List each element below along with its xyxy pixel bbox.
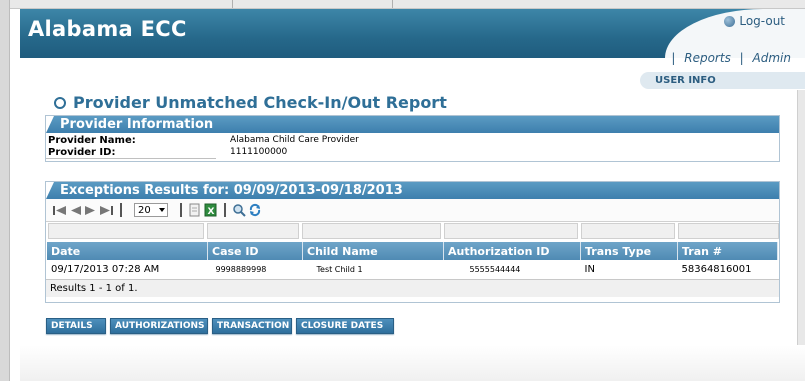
grid-toolbar: 20 X (46, 199, 779, 222)
page-size-value: 20 (138, 205, 151, 216)
table-header-row: Date Case ID Child Name Authorization ID… (47, 242, 778, 260)
page-title-text: Provider Unmatched Check-In/Out Report (73, 93, 447, 112)
date-filter[interactable] (48, 223, 205, 239)
page-size-select[interactable]: 20 (134, 203, 168, 217)
action-buttons: DETAILS AUTHORIZATIONS TRANSACTION CLOSU… (46, 318, 394, 334)
authorizations-button[interactable]: AUTHORIZATIONS (110, 318, 208, 334)
exceptions-heading: Exceptions Results for: 09/09/2013-09/18… (46, 182, 779, 199)
exceptions-table: Date Case ID Child Name Authorization ID… (47, 242, 778, 279)
link-separator: | (739, 51, 744, 65)
first-page-icon[interactable] (52, 204, 67, 217)
page-footer-area (20, 345, 805, 381)
frame-tick (392, 0, 393, 8)
provider-info-heading: Provider Information (46, 116, 779, 133)
transaction-button[interactable]: TRANSACTION (212, 318, 292, 334)
user-info-tab[interactable]: USER INFO (640, 72, 805, 89)
top-links: | Reports | Admin (666, 51, 791, 65)
excel-export-icon[interactable]: X (203, 203, 218, 217)
admin-link[interactable]: Admin (753, 51, 791, 65)
frame-tick (232, 0, 233, 8)
window-left-frame (0, 0, 10, 381)
circle-bullet-icon (54, 96, 66, 109)
column-header-tran-no[interactable]: Tran # (677, 242, 778, 260)
toolbar-divider (120, 203, 122, 217)
column-header-date[interactable]: Date (47, 242, 208, 260)
chevron-down-icon (159, 208, 165, 212)
logout-link[interactable]: Log-out (724, 14, 785, 28)
svg-text:X: X (208, 207, 215, 217)
previous-page-icon[interactable] (69, 204, 82, 217)
provider-name-row: Provider Name: Alabama Child Care Provid… (46, 135, 779, 147)
column-header-case-id[interactable]: Case ID (207, 242, 303, 260)
document-icon[interactable] (188, 203, 201, 217)
window-right-frame (797, 90, 805, 381)
results-count: Results 1 - 1 of 1. (46, 279, 779, 297)
closure-dates-button[interactable]: CLOSURE DATES (296, 318, 394, 334)
provider-id-value: 1111100000 (230, 147, 288, 157)
table-row[interactable]: 09/17/2013 07:28 AM 9998889998 Test Chil… (47, 260, 778, 279)
app-title: Alabama ECC (28, 17, 187, 41)
column-header-trans-type[interactable]: Trans Type (580, 242, 678, 260)
search-icon[interactable] (232, 203, 246, 217)
column-header-child-name[interactable]: Child Name (302, 242, 444, 260)
provider-name-value: Alabama Child Care Provider (230, 135, 359, 145)
filter-row (46, 222, 779, 242)
next-page-icon[interactable] (84, 204, 97, 217)
child-name-filter[interactable] (301, 223, 441, 239)
column-header-authorization-id[interactable]: Authorization ID (443, 242, 581, 260)
case-id-filter[interactable] (207, 223, 299, 239)
last-page-icon[interactable] (99, 204, 114, 217)
cell-authorization-id: 5555544444 (469, 265, 521, 274)
trans-type-filter[interactable] (581, 223, 675, 239)
cell-case-id: 9998889998 (215, 265, 267, 274)
reports-link[interactable]: Reports (684, 51, 731, 65)
provider-id-row: Provider ID: 1111100000 (46, 147, 779, 159)
toolbar-divider (180, 203, 182, 217)
toolbar-divider (224, 203, 226, 217)
globe-icon (724, 15, 736, 27)
provider-info-panel: Provider Information Provider Name: Alab… (45, 115, 780, 162)
cell-tran-no: 58364816001 (681, 264, 752, 275)
authorization-id-filter[interactable] (443, 223, 579, 239)
provider-name-label: Provider Name: (48, 135, 136, 146)
tran-no-filter[interactable] (677, 223, 779, 239)
refresh-icon[interactable] (248, 203, 262, 217)
provider-id-label: Provider ID: (48, 147, 116, 158)
details-button[interactable]: DETAILS (46, 318, 106, 334)
logout-label: Log-out (739, 14, 785, 28)
provider-divider (46, 158, 216, 159)
cell-trans-type: IN (584, 264, 595, 275)
link-separator: | (671, 51, 676, 65)
exceptions-panel: Exceptions Results for: 09/09/2013-09/18… (45, 181, 780, 303)
page-title: Provider Unmatched Check-In/Out Report (54, 93, 447, 112)
cell-date: 09/17/2013 07:28 AM (51, 264, 160, 275)
cell-child-name: Test Child 1 (316, 265, 363, 274)
window-top-frame (0, 0, 805, 9)
